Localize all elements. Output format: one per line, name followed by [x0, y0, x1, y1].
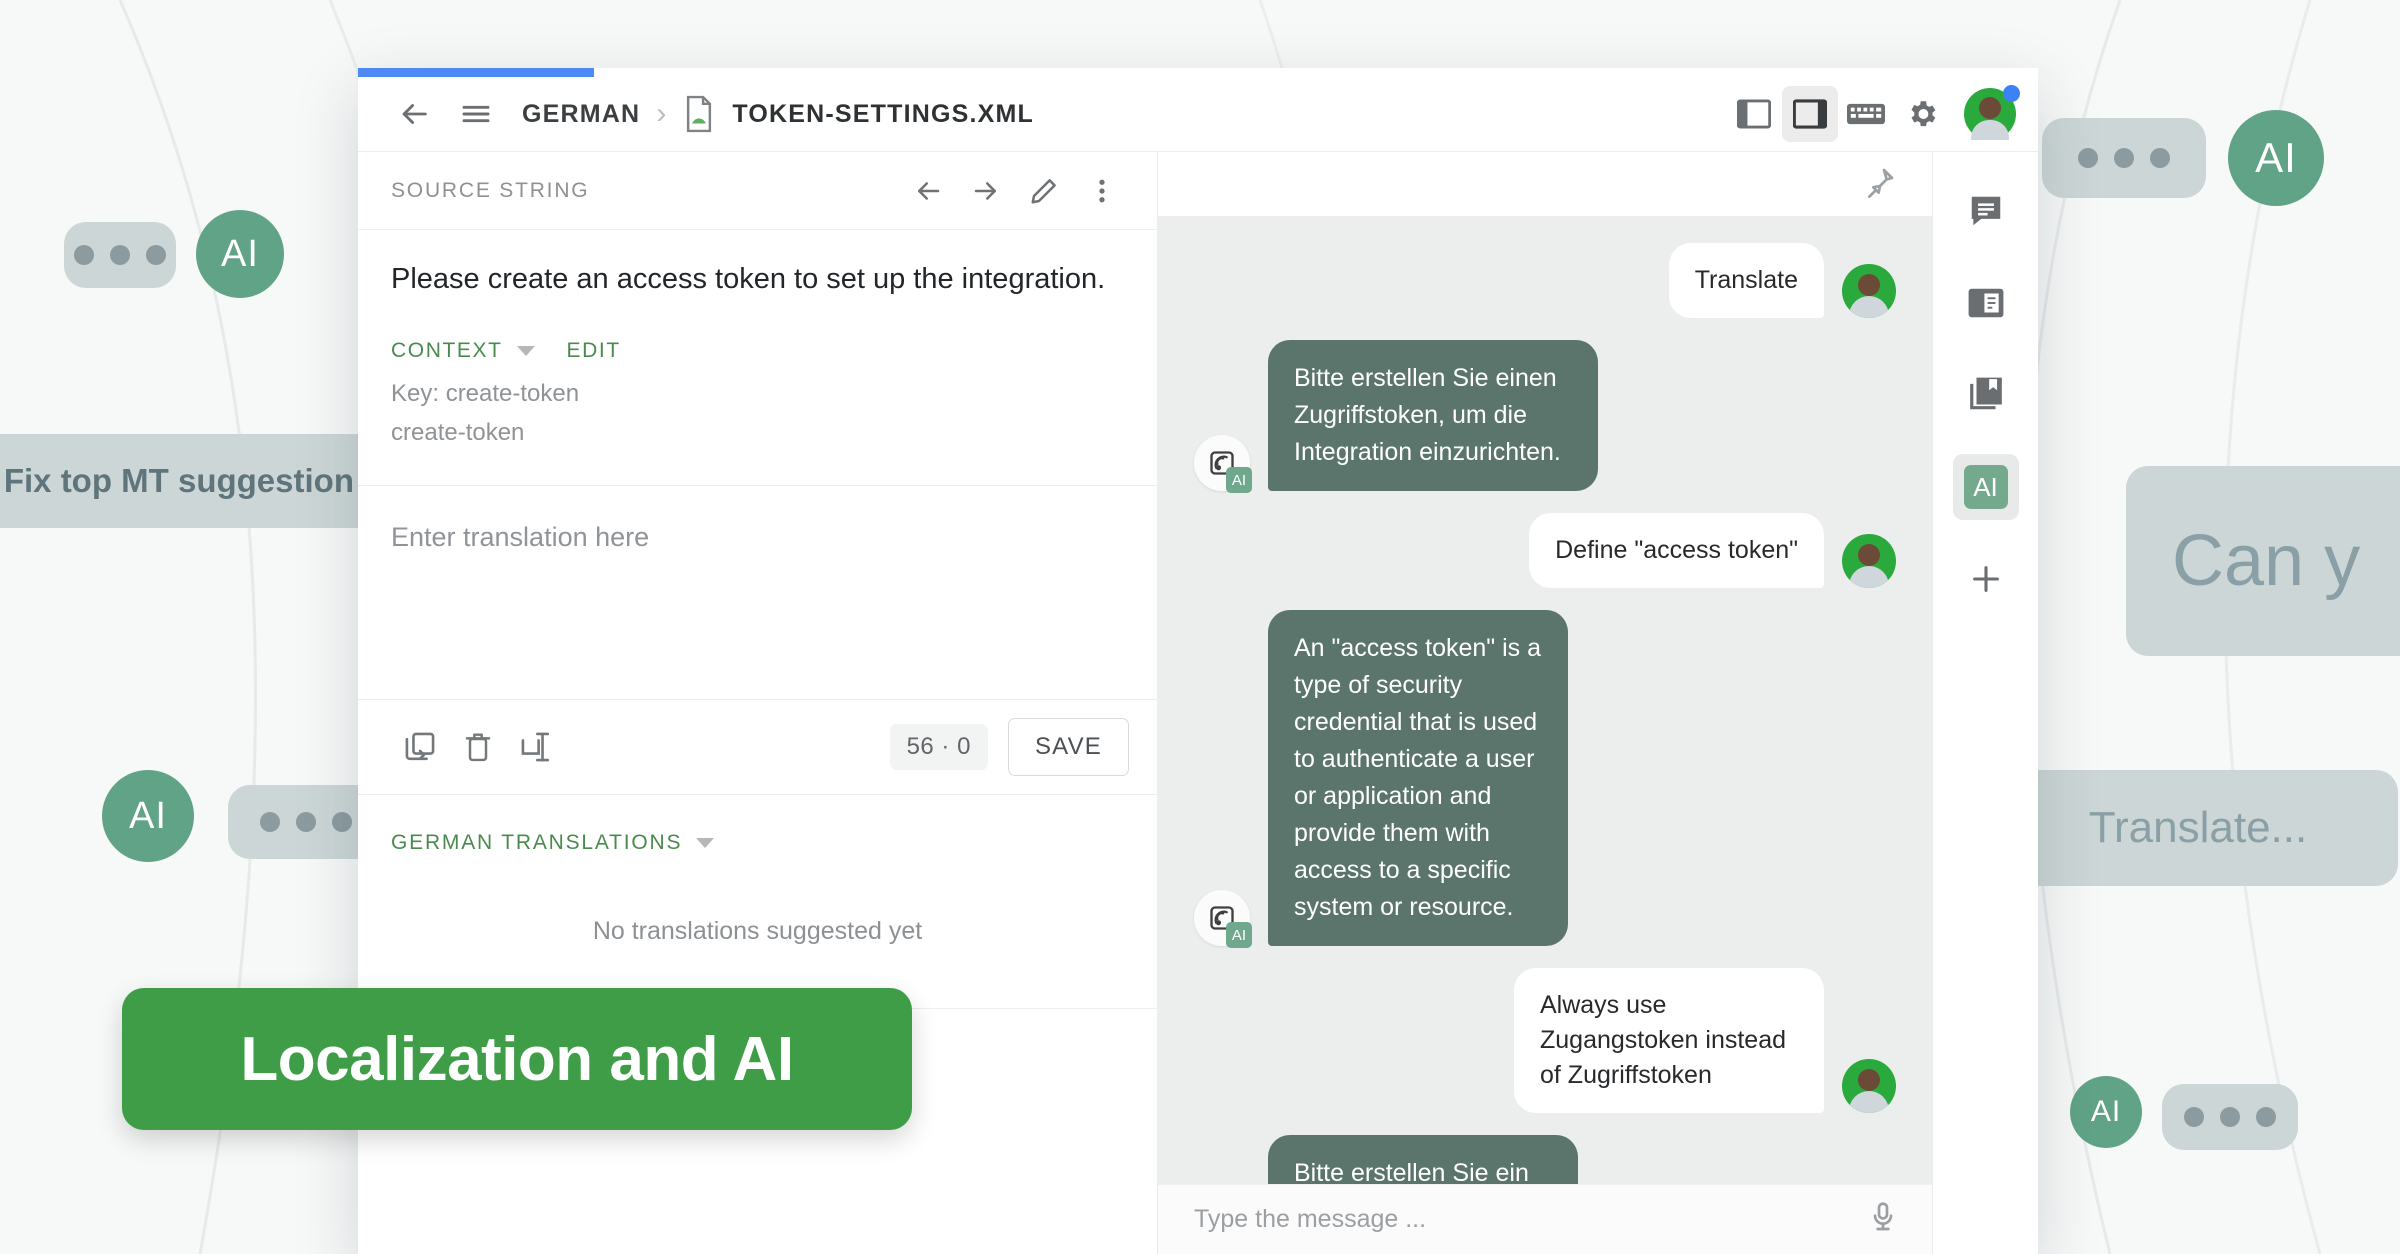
- breadcrumb-separator: ›: [656, 97, 666, 131]
- ai-assistant-icon: AI: [1194, 435, 1250, 491]
- decor-typing-bubble-top-right: [2042, 118, 2206, 198]
- microphone-icon[interactable]: [1870, 1201, 1896, 1238]
- comments-icon[interactable]: [1953, 178, 2019, 244]
- chat-bubble-text: Translate: [1669, 243, 1824, 318]
- decor-prompt-left-text: Fix top MT suggestion: [4, 462, 354, 500]
- chat-header: [1158, 152, 1932, 217]
- chat-message-user: Define "access token": [1194, 513, 1896, 588]
- source-string-header: SOURCE STRING: [358, 152, 1157, 230]
- copy-source-icon[interactable]: [391, 718, 449, 776]
- ai-badge: AI: [1226, 467, 1252, 493]
- chat-message-user: Translate: [1194, 243, 1896, 318]
- avatar-body: [1971, 120, 2009, 140]
- file-name: TOKEN-SETTINGS.XML: [732, 100, 1034, 129]
- promo-banner: Localization and AI: [122, 988, 912, 1130]
- decor-prompt-right-1-text: Can y: [2172, 520, 2360, 602]
- chat-bubble-text: Bitte erstellen Sie einen Zugriffstoken,…: [1268, 340, 1598, 491]
- chat-bubble-text: An "access token" is a type of security …: [1268, 610, 1568, 946]
- decor-prompt-right-2: Translate...: [1998, 770, 2398, 886]
- ai-label-3: AI: [2255, 134, 2297, 182]
- chat-bubble-text: Always use Zugangstoken instead of Zugri…: [1514, 968, 1824, 1113]
- translation-input[interactable]: Enter translation here: [358, 486, 1157, 699]
- chat-message-user: Always use Zugangstoken instead of Zugri…: [1194, 968, 1896, 1113]
- typing-dots-icon-2: [260, 812, 352, 832]
- chat-input-bar[interactable]: Type the message ...: [1158, 1184, 1932, 1254]
- accent-bar: [358, 68, 594, 77]
- ai-assistant-icon: AI: [1194, 890, 1250, 946]
- article-view-icon[interactable]: [1953, 270, 2019, 336]
- glossary-book-icon[interactable]: [1953, 362, 2019, 428]
- decor-prompt-left: Fix top MT suggestion: [0, 434, 380, 528]
- source-text: Please create an access token to set up …: [358, 230, 1157, 299]
- ai-icon[interactable]: AI: [1953, 454, 2019, 520]
- user-avatar-chat: [1842, 1059, 1896, 1113]
- ai-label-2: AI: [129, 795, 167, 838]
- chat-message-list: Translate AI Bitte erstellen Sie einen Z…: [1158, 217, 1932, 1183]
- chat-message-bot: AI Bitte erstellen Sie einen Zugriffstok…: [1194, 340, 1896, 491]
- user-avatar-chat: [1842, 264, 1896, 318]
- char-count: 56 · 0: [890, 724, 988, 770]
- pin-icon[interactable]: [1864, 166, 1896, 203]
- chat-message-bot: AI Bitte erstellen Sie ein Zugangstoken,…: [1194, 1135, 1896, 1183]
- decor-typing-bubble-bottom-right: [2162, 1084, 2298, 1150]
- save-button[interactable]: SAVE: [1008, 718, 1129, 776]
- chevron-down-icon-2[interactable]: [696, 838, 714, 848]
- typing-dots-icon-3: [2078, 148, 2170, 168]
- decor-ai-avatar-top-right: AI: [2228, 110, 2324, 206]
- avatar-status-badge: [2003, 85, 2020, 102]
- promo-banner-text: Localization and AI: [240, 1024, 793, 1095]
- hamburger-menu-icon[interactable]: [448, 86, 504, 142]
- typing-dots-icon-4: [2184, 1107, 2276, 1127]
- decor-prompt-right-2-text: Translate...: [2089, 803, 2307, 853]
- context-toggle[interactable]: CONTEXT: [391, 339, 503, 363]
- translation-placeholder: Enter translation here: [391, 522, 649, 552]
- decor-typing-bubble-left: [64, 222, 176, 288]
- german-translations-label: GERMAN TRANSLATIONS: [391, 831, 682, 855]
- add-plus-icon[interactable]: [1953, 546, 2019, 612]
- ai-label-4: AI: [2091, 1095, 2121, 1129]
- chat-message-bot: AI An "access token" is a type of securi…: [1194, 610, 1896, 946]
- source-string-label: SOURCE STRING: [391, 179, 589, 203]
- chevron-down-icon[interactable]: [517, 346, 535, 356]
- arrow-right-icon[interactable]: [957, 162, 1015, 220]
- trash-delete-icon[interactable]: [449, 718, 507, 776]
- decor-prompt-right-1: Can y: [2126, 466, 2400, 656]
- insert-tag-icon[interactable]: [507, 718, 565, 776]
- context-row: CONTEXT EDIT: [358, 299, 1157, 363]
- no-translations-note: No translations suggested yet: [358, 855, 1157, 946]
- context-key-line: Key: create-token: [358, 363, 1157, 412]
- layout-left-panel-icon[interactable]: [1726, 86, 1782, 142]
- breadcrumb-language[interactable]: GERMAN: [522, 100, 640, 129]
- edit-link[interactable]: EDIT: [567, 339, 621, 363]
- german-translations-header[interactable]: GERMAN TRANSLATIONS: [358, 795, 1157, 855]
- layout-right-panel-icon[interactable]: [1782, 86, 1838, 142]
- top-toolbar: GERMAN › TOKEN-SETTINGS.XML: [358, 68, 2038, 152]
- ai-label: AI: [221, 233, 259, 276]
- screenshot-root: AI Fix top MT suggestion AI AI Can y Tra…: [0, 0, 2400, 1254]
- back-arrow-icon[interactable]: [386, 86, 442, 142]
- decor-ai-avatar-bottom-right: AI: [2070, 1076, 2142, 1148]
- arrow-left-icon[interactable]: [899, 162, 957, 220]
- avatar-head: [1979, 97, 2001, 119]
- ai-chat-panel: Translate AI Bitte erstellen Sie einen Z…: [1158, 152, 1932, 1254]
- right-rail: AI: [1932, 152, 2038, 1254]
- chat-input-placeholder[interactable]: Type the message ...: [1194, 1205, 1870, 1234]
- chat-bubble-text: Bitte erstellen Sie ein Zugangstoken, um…: [1268, 1135, 1578, 1183]
- gear-icon[interactable]: [1894, 86, 1950, 142]
- translation-input-area[interactable]: [391, 553, 1124, 699]
- editor-toolbar: 56 · 0 SAVE: [358, 699, 1157, 795]
- user-avatar-chat: [1842, 534, 1896, 588]
- keyboard-icon[interactable]: [1838, 86, 1894, 142]
- typing-dots-icon: [74, 245, 166, 265]
- decor-ai-avatar-left: AI: [196, 210, 284, 298]
- ai-square-label: AI: [1964, 465, 2008, 509]
- chat-bubble-text: Define "access token": [1529, 513, 1824, 588]
- ai-badge: AI: [1226, 922, 1252, 948]
- xml-file-icon: [682, 95, 716, 133]
- decor-ai-avatar-lower-left: AI: [102, 770, 194, 862]
- context-key-value: create-token: [358, 412, 1157, 451]
- pencil-icon[interactable]: [1015, 162, 1073, 220]
- more-vertical-icon[interactable]: [1073, 162, 1131, 220]
- user-avatar[interactable]: [1964, 88, 2016, 140]
